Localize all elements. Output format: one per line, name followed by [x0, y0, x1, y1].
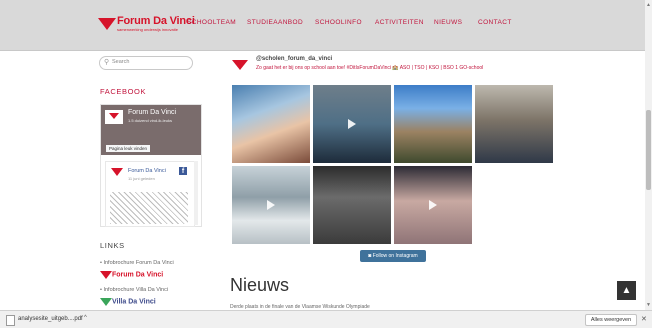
scrollbar-thumb[interactable] — [646, 110, 651, 190]
nav-item-nieuws[interactable]: NIEUWS — [434, 19, 462, 26]
downloads-bar: analysesite_uitgeb....pdf ^ Alles weerge… — [0, 310, 652, 328]
brand-tagline: samenwerking onderwijs innovatie — [117, 27, 178, 32]
nav-item-studieaanbod[interactable]: STUDIEAANBOD — [247, 19, 303, 26]
instagram-tile-presentation[interactable] — [313, 85, 391, 163]
facebook-post-avatar — [111, 168, 123, 176]
facebook-heading: FACEBOOK — [100, 87, 147, 96]
nav-item-schoolinfo[interactable]: SCHOOLINFO — [315, 19, 362, 26]
forum-triangle-icon — [100, 270, 112, 279]
facebook-page-likes: 1.5 duizend vind-ik-leuks — [128, 118, 173, 123]
brand-triangle-icon — [98, 18, 116, 30]
play-icon — [348, 119, 356, 129]
top-navigation: Forum Da Vinci samenwerking onderwijs in… — [0, 0, 645, 51]
facebook-like-button[interactable]: Pagina leuk vinden — [106, 145, 151, 152]
facebook-icon: f — [179, 167, 187, 175]
download-file-name[interactable]: analysesite_uitgeb....pdf — [18, 316, 83, 322]
page-scrollbar[interactable]: ▲ ▼ — [645, 0, 652, 310]
arrow-up-icon: ▲ — [621, 285, 632, 296]
search-input[interactable]: ⚲ Search — [99, 56, 193, 70]
forum-da-vinci-logo[interactable]: Forum Da Vinci — [100, 266, 163, 284]
instagram-tile-castle[interactable] — [394, 85, 472, 163]
facebook-post-image[interactable] — [110, 192, 188, 224]
news-heading: Nieuws — [230, 275, 290, 295]
facebook-post-date: 11 juni geleden — [128, 176, 155, 181]
instagram-tile-group[interactable] — [475, 85, 553, 163]
instagram-bio: Zo gaat het er bij ons op school aan toe… — [256, 65, 484, 71]
play-icon — [267, 200, 275, 210]
search-icon: ⚲ — [104, 59, 110, 66]
scroll-down-arrow-icon[interactable]: ▼ — [645, 302, 652, 308]
facebook-page-name[interactable]: Forum Da Vinci — [128, 109, 176, 116]
facebook-feed-scrollbar[interactable] — [194, 161, 198, 225]
nav-item-activiteiten[interactable]: ACTIVITEITEN — [375, 19, 424, 26]
show-all-downloads-button[interactable]: Alles weergeven — [585, 314, 637, 326]
nav-item-contact[interactable]: CONTACT — [478, 19, 512, 26]
facebook-post-author[interactable]: Forum Da Vinci — [128, 168, 166, 174]
pdf-file-icon — [6, 315, 15, 326]
scroll-up-arrow-icon[interactable]: ▲ — [645, 2, 652, 8]
facebook-cover-photo[interactable]: Forum Da Vinci 1.5 duizend vind-ik-leuks… — [101, 105, 201, 155]
close-icon[interactable]: ✕ — [641, 315, 647, 323]
instagram-tile-selfie[interactable] — [232, 85, 310, 163]
instagram-handle[interactable]: @scholen_forum_da_vinci — [256, 56, 332, 62]
forum-logo-text: Forum Da Vinci — [112, 271, 164, 279]
villa-da-vinci-logo[interactable]: Villa Da Vinci — [100, 293, 156, 311]
villa-logo-text: Villa Da Vinci — [112, 298, 156, 306]
facebook-feed: Forum Da Vinci 11 juni geleden f — [105, 161, 195, 227]
chevron-up-icon[interactable]: ^ — [84, 315, 87, 321]
brand-name: Forum Da Vinci — [117, 15, 195, 27]
facebook-page-logo — [105, 110, 123, 124]
instagram-tile-computer-class[interactable] — [313, 166, 391, 244]
instagram-tile-hands[interactable] — [394, 166, 472, 244]
villa-triangle-icon — [100, 297, 112, 306]
play-icon — [429, 200, 437, 210]
back-to-top-button[interactable]: ▲ — [617, 281, 636, 300]
follow-on-instagram-button[interactable]: ◙ Follow on Instagram — [360, 250, 426, 262]
follow-button-label: Follow on Instagram — [372, 253, 418, 259]
links-heading: LINKS — [100, 241, 125, 250]
search-placeholder: Search — [112, 59, 130, 65]
instagram-tile-snow[interactable] — [232, 166, 310, 244]
instagram-avatar[interactable] — [230, 59, 250, 71]
nav-item-schoolteam[interactable]: SCHOOLTEAM — [187, 19, 236, 26]
facebook-widget: Forum Da Vinci 1.5 duizend vind-ik-leuks… — [100, 104, 202, 227]
